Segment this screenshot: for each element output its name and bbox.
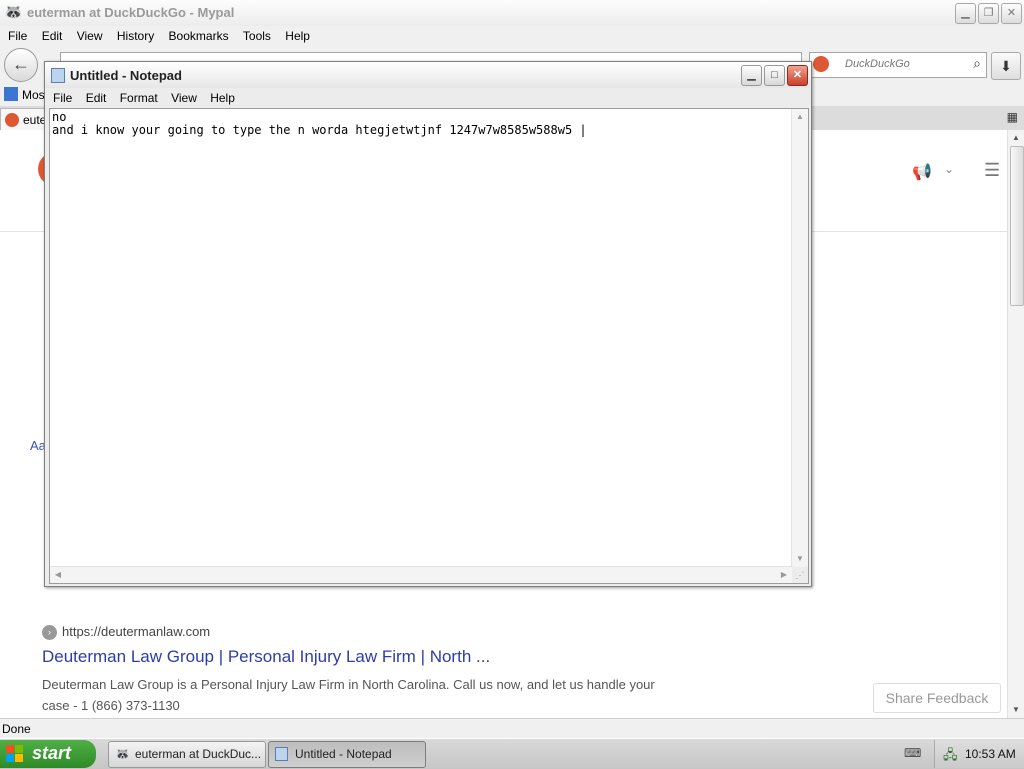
share-feedback-button[interactable]: Share Feedback bbox=[873, 683, 1001, 713]
bookmark-icon bbox=[4, 87, 18, 101]
taskbar-item-notepad[interactable]: Untitled - Notepad bbox=[268, 741, 426, 768]
notepad-text-editor[interactable]: no and i know your going to type the n w… bbox=[49, 108, 809, 584]
browser-close-button[interactable]: ✕ bbox=[1001, 3, 1022, 24]
chevron-down-icon[interactable]: ⌄ bbox=[944, 162, 954, 176]
search-result: › https://deutermanlaw.com Deuterman Law … bbox=[42, 624, 682, 716]
status-bar: Done bbox=[0, 718, 1024, 739]
back-arrow-icon: ← bbox=[12, 54, 30, 74]
menu-view[interactable]: View bbox=[77, 26, 103, 46]
notepad-scroll-up-icon[interactable]: ▲ bbox=[792, 109, 808, 125]
menu-help[interactable]: Help bbox=[285, 26, 310, 46]
scroll-down-icon[interactable]: ▼ bbox=[1008, 702, 1024, 718]
start-button[interactable]: start bbox=[0, 740, 96, 768]
download-arrow-icon: ⬇ bbox=[1000, 58, 1012, 74]
clock[interactable]: 10:53 AM bbox=[965, 747, 1016, 761]
mypal-icon: 🦝 bbox=[115, 747, 130, 761]
result-url[interactable]: https://deutermanlaw.com bbox=[62, 624, 210, 639]
system-tray: 🖧 10:53 AM bbox=[934, 740, 1024, 768]
menu-edit[interactable]: Edit bbox=[42, 26, 63, 46]
windows-taskbar: start 🦝 euterman at DuckDuc... Untitled … bbox=[0, 738, 1024, 769]
result-arrow-icon: › bbox=[42, 625, 57, 641]
notepad-scroll-left-icon[interactable]: ◀ bbox=[50, 567, 66, 583]
mypal-app-icon: 🦝 bbox=[4, 4, 23, 21]
notepad-close-button[interactable]: ✕ bbox=[787, 65, 808, 86]
notepad-text-content[interactable]: no and i know your going to type the n w… bbox=[52, 111, 788, 137]
notepad-menu-format[interactable]: Format bbox=[120, 88, 158, 108]
notepad-vertical-scrollbar[interactable]: ▲ ▼ bbox=[791, 109, 808, 567]
scroll-thumb[interactable] bbox=[1010, 146, 1024, 306]
megaphone-icon[interactable]: 📢 bbox=[912, 162, 932, 182]
browser-title-bar: 🦝 euterman at DuckDuckGo - Mypal ▁ ❐ ✕ bbox=[0, 0, 1024, 26]
tab-label: eute bbox=[23, 113, 47, 127]
notepad-icon bbox=[51, 68, 65, 83]
search-icon[interactable]: ⌕ bbox=[973, 55, 981, 72]
result-snippet: Deuterman Law Group is a Personal Injury… bbox=[42, 677, 655, 714]
notepad-window-title: Untitled - Notepad bbox=[70, 68, 182, 83]
taskbar-item-label: euterman at DuckDuc... bbox=[135, 747, 262, 761]
menu-bookmarks[interactable]: Bookmarks bbox=[169, 26, 229, 46]
status-text: Done bbox=[2, 722, 31, 736]
browser-restore-button[interactable]: ❐ bbox=[978, 3, 999, 24]
network-icon[interactable]: 🖧 bbox=[943, 746, 958, 768]
resize-grip-icon[interactable]: ⋰ bbox=[792, 567, 808, 583]
browser-window-title: euterman at DuckDuckGo - Mypal bbox=[27, 5, 235, 20]
keyboard-icon[interactable]: ⌨ bbox=[904, 746, 921, 760]
all-tabs-icon[interactable]: ▦ bbox=[1007, 110, 1018, 124]
taskbar-item-label: Untitled - Notepad bbox=[295, 747, 392, 761]
notepad-minimize-button[interactable]: ▁ bbox=[741, 65, 762, 86]
notepad-menu-edit[interactable]: Edit bbox=[86, 88, 107, 108]
duckduckgo-favicon-icon bbox=[5, 113, 19, 127]
result-title-link[interactable]: Deuterman Law Group | Personal Injury La… bbox=[42, 646, 682, 668]
search-bar-placeholder: DuckDuckGo bbox=[845, 58, 910, 70]
menu-history[interactable]: History bbox=[117, 26, 154, 46]
notepad-menu-bar: File Edit Format View Help bbox=[45, 88, 811, 108]
downloads-button[interactable]: ⬇ bbox=[991, 52, 1021, 80]
notepad-menu-help[interactable]: Help bbox=[210, 88, 235, 108]
notepad-scroll-right-icon[interactable]: ▶ bbox=[776, 567, 792, 583]
menu-file[interactable]: File bbox=[8, 26, 27, 46]
menu-tools[interactable]: Tools bbox=[243, 26, 271, 46]
browser-minimize-button[interactable]: ▁ bbox=[955, 3, 976, 24]
notepad-scroll-down-icon[interactable]: ▼ bbox=[792, 551, 808, 567]
result-url-row[interactable]: › https://deutermanlaw.com bbox=[42, 624, 682, 641]
notepad-window: Untitled - Notepad ▁ □ ✕ File Edit Forma… bbox=[44, 61, 812, 587]
scroll-up-icon[interactable]: ▲ bbox=[1008, 130, 1024, 146]
notepad-menu-view[interactable]: View bbox=[171, 88, 197, 108]
notepad-horizontal-scrollbar[interactable]: ◀ ▶ bbox=[50, 566, 792, 583]
notepad-icon bbox=[275, 747, 288, 761]
notepad-maximize-button[interactable]: □ bbox=[764, 65, 785, 86]
back-button[interactable]: ← bbox=[4, 48, 38, 82]
notepad-title-bar[interactable]: Untitled - Notepad ▁ □ ✕ bbox=[45, 62, 811, 88]
hamburger-menu-icon[interactable]: ☰ bbox=[984, 160, 1000, 181]
page-vertical-scrollbar[interactable]: ▲ ▼ bbox=[1007, 130, 1024, 718]
notepad-menu-file[interactable]: File bbox=[53, 88, 72, 108]
search-bar[interactable]: DuckDuckGo ⌕ bbox=[809, 52, 987, 78]
browser-menu-bar: File Edit View History Bookmarks Tools H… bbox=[0, 26, 1024, 46]
duckduckgo-icon bbox=[813, 56, 829, 72]
windows-flag-icon bbox=[6, 745, 24, 763]
taskbar-item-browser[interactable]: 🦝 euterman at DuckDuc... bbox=[108, 741, 266, 768]
start-label: start bbox=[32, 743, 72, 763]
